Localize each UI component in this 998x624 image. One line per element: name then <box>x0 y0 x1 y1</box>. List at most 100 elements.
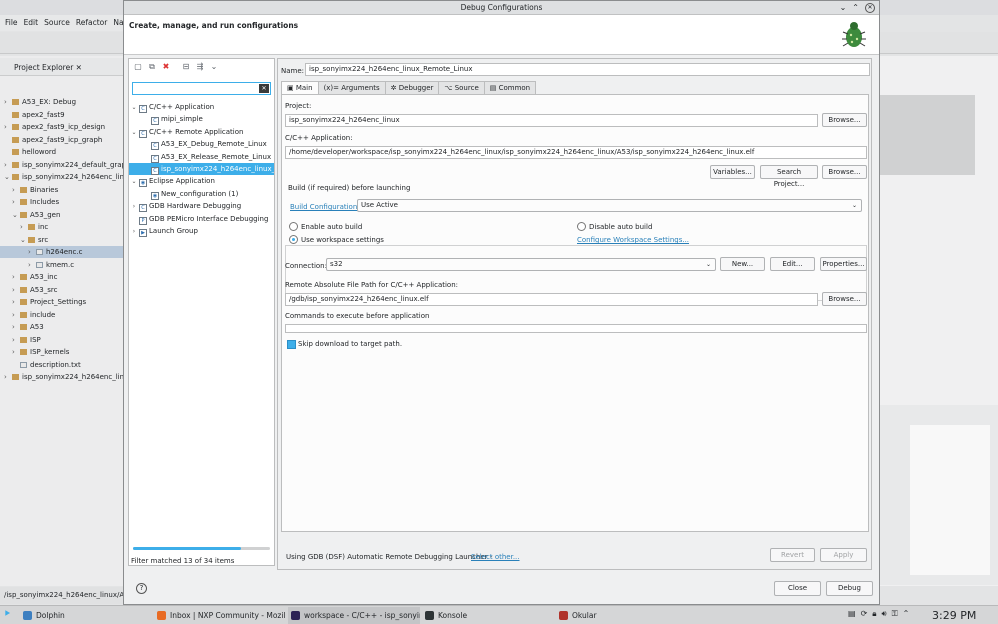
taskbar-task[interactable]: Dolphin <box>20 607 152 624</box>
help-icon[interactable]: ? <box>136 583 147 594</box>
chevron-right-icon[interactable]: › <box>4 371 12 383</box>
config-tree-item[interactable]: › ▶ Launch Group <box>129 225 274 237</box>
chevron-right-icon[interactable]: › <box>12 309 20 321</box>
name-field[interactable]: isp_sonyimx224_h264enc_linux_Remote_Linu… <box>305 63 870 76</box>
project-tree-item[interactable]: description.txt <box>0 359 124 371</box>
network-icon[interactable]: ⚿ <box>892 609 898 619</box>
chevron-right-icon[interactable]: › <box>129 201 139 212</box>
skip-download-checkbox[interactable] <box>287 340 296 349</box>
project-tree-item[interactable]: › A53_src <box>0 284 124 296</box>
project-tree-item[interactable]: ⌄ A53_gen <box>0 209 124 221</box>
filter-icon[interactable]: ⇶ <box>194 61 206 73</box>
project-tree-item[interactable]: apex2_fast9 <box>0 109 124 121</box>
debug-button[interactable]: Debug <box>826 581 873 596</box>
chevron-right-icon[interactable]: › <box>28 259 36 271</box>
project-tree-item[interactable]: › Binaries <box>0 184 124 196</box>
chevron-right-icon[interactable]: › <box>12 296 20 308</box>
config-tree-item[interactable]: ⌄ C C/C++ Application <box>129 101 274 113</box>
chevron-down-icon[interactable]: ⌄ <box>129 127 139 138</box>
scrollbar-thumb[interactable] <box>133 547 241 550</box>
chevron-down-icon[interactable]: ⌄ <box>12 209 20 221</box>
menu-file[interactable]: File <box>5 18 18 28</box>
volume-icon[interactable]: 🔊︎ <box>882 609 887 619</box>
chevron-right-icon[interactable]: › <box>12 196 20 208</box>
taskbar-task[interactable]: workspace - C/C++ - isp_sonyimx2... <box>288 607 420 624</box>
chevron-right-icon[interactable]: › <box>28 246 36 258</box>
config-tree-item[interactable]: ⌄ C C/C++ Remote Application <box>129 126 274 138</box>
project-tree-item[interactable]: › A53_inc <box>0 271 124 283</box>
app-launcher-icon[interactable]: ⯈ <box>3 609 15 621</box>
taskbar-task[interactable]: Konsole <box>422 607 554 624</box>
close-icon[interactable]: ✕ <box>76 63 82 72</box>
clear-filter-icon[interactable]: ✕ <box>259 84 269 93</box>
new-config-icon[interactable]: ▢ <box>132 61 144 73</box>
clock[interactable]: 3:29 PM <box>932 609 976 622</box>
config-tree-item[interactable]: › C GDB Hardware Debugging <box>129 200 274 213</box>
menu-refactor[interactable]: Refactor <box>76 18 107 28</box>
duplicate-icon[interactable]: ⧉ <box>146 61 158 73</box>
browse-remote-button[interactable]: Browse... <box>822 292 867 306</box>
configure-workspace-link[interactable]: Configure Workspace Settings... <box>577 236 689 244</box>
lock-icon[interactable]: 🔒︎ <box>872 609 876 619</box>
filter-input[interactable]: ✕ <box>132 82 271 95</box>
collapse-all-icon[interactable]: ⊟ <box>180 61 192 73</box>
chevron-right-icon[interactable]: › <box>12 321 20 333</box>
build-config-link[interactable]: Build Configuration: <box>290 203 360 211</box>
chevron-down-icon[interactable]: ⌄ <box>4 171 12 183</box>
chevron-right-icon[interactable]: › <box>12 346 20 358</box>
app-path-field[interactable]: /home/developer/workspace/isp_sonyimx224… <box>285 146 867 159</box>
build-config-select[interactable]: Use Active ⌄ <box>357 199 862 212</box>
horizontal-scrollbar[interactable] <box>133 547 270 550</box>
project-tree-item[interactable]: › ISP_kernels <box>0 346 124 358</box>
config-tree-item[interactable]: ◉ New_configuration (1) <box>129 188 274 200</box>
config-tree-item[interactable]: C A53_EX_Release_Remote_Linux <box>129 151 274 163</box>
project-tree-item[interactable]: apex2_fast9_icp_graph <box>0 134 124 146</box>
chevron-right-icon[interactable]: › <box>4 121 12 133</box>
clipboard-icon[interactable]: ▤ <box>848 609 856 619</box>
commands-field[interactable] <box>285 324 867 333</box>
chevron-down-icon[interactable]: ⌄ <box>129 102 139 113</box>
connection-properties-button[interactable]: Properties... <box>820 257 867 271</box>
project-tree-item[interactable]: helloword <box>0 146 124 158</box>
chevron-right-icon[interactable]: › <box>129 226 139 237</box>
filter-menu-icon[interactable]: ⌄ <box>208 61 220 73</box>
variables-button[interactable]: Variables... <box>710 165 755 179</box>
config-tree-item[interactable]: Cisp_sonyimx224_h264enc_linux_Rer <box>129 163 274 175</box>
project-tree-item[interactable]: › A53_EX: Debug <box>0 96 124 108</box>
delete-icon[interactable]: ✖ <box>160 61 172 73</box>
project-explorer-tab[interactable]: Project Explorer ✕ <box>0 58 124 76</box>
project-tree-item[interactable]: › Includes <box>0 196 124 208</box>
chevron-right-icon[interactable]: › <box>4 159 12 171</box>
minimize-icon[interactable]: ⌄ <box>840 3 847 13</box>
close-window-icon[interactable]: ✕ <box>865 3 875 13</box>
connection-select[interactable]: s32 ⌄ <box>326 258 716 271</box>
menu-edit[interactable]: Edit <box>24 18 39 28</box>
select-other-link[interactable]: Select other... <box>471 553 520 561</box>
project-tree-item[interactable]: › isp_sonyimx224_h264enc_linux <box>0 371 124 383</box>
maximize-icon[interactable]: ⌃ <box>852 3 859 13</box>
search-project-button[interactable]: Search Project... <box>760 165 818 188</box>
edit-connection-button[interactable]: Edit... <box>770 257 815 271</box>
config-tree-item[interactable]: P GDB PEMicro Interface Debugging <box>129 213 274 225</box>
chevron-right-icon[interactable]: › <box>12 184 20 196</box>
project-tree-item[interactable]: ⌄ src <box>0 234 124 246</box>
new-connection-button[interactable]: New... <box>720 257 765 271</box>
project-tree-item[interactable]: › apex2_fast9_icp_design <box>0 121 124 133</box>
project-field[interactable]: isp_sonyimx224_h264enc_linux <box>285 114 818 127</box>
project-tree-item[interactable]: › include <box>0 309 124 321</box>
config-tree-item[interactable]: Cmipi_simple <box>129 113 274 126</box>
browse-app-button[interactable]: Browse... <box>822 165 867 179</box>
chevron-down-icon[interactable]: ⌄ <box>129 176 139 187</box>
config-tree-item[interactable]: C A53_EX_Debug_Remote_Linux <box>129 138 274 151</box>
project-tree-item[interactable]: › h264enc.c <box>0 246 124 258</box>
chevron-right-icon[interactable]: › <box>12 271 20 283</box>
config-tree-item[interactable]: ⌄ ◉ Eclipse Application <box>129 175 274 188</box>
updates-icon[interactable]: ⟳ <box>861 609 868 619</box>
close-button[interactable]: Close <box>774 581 821 596</box>
tab-main[interactable]: ▣ Main <box>281 81 319 94</box>
tab-source[interactable]: ⌥ Source <box>438 81 485 94</box>
project-tree-item[interactable]: › kmem.c <box>0 259 124 271</box>
taskbar-task[interactable]: Inbox | NXP Community - Mozilla ... <box>154 607 286 624</box>
menu-source[interactable]: Source <box>44 18 70 28</box>
project-tree-item[interactable]: › inc <box>0 221 124 233</box>
